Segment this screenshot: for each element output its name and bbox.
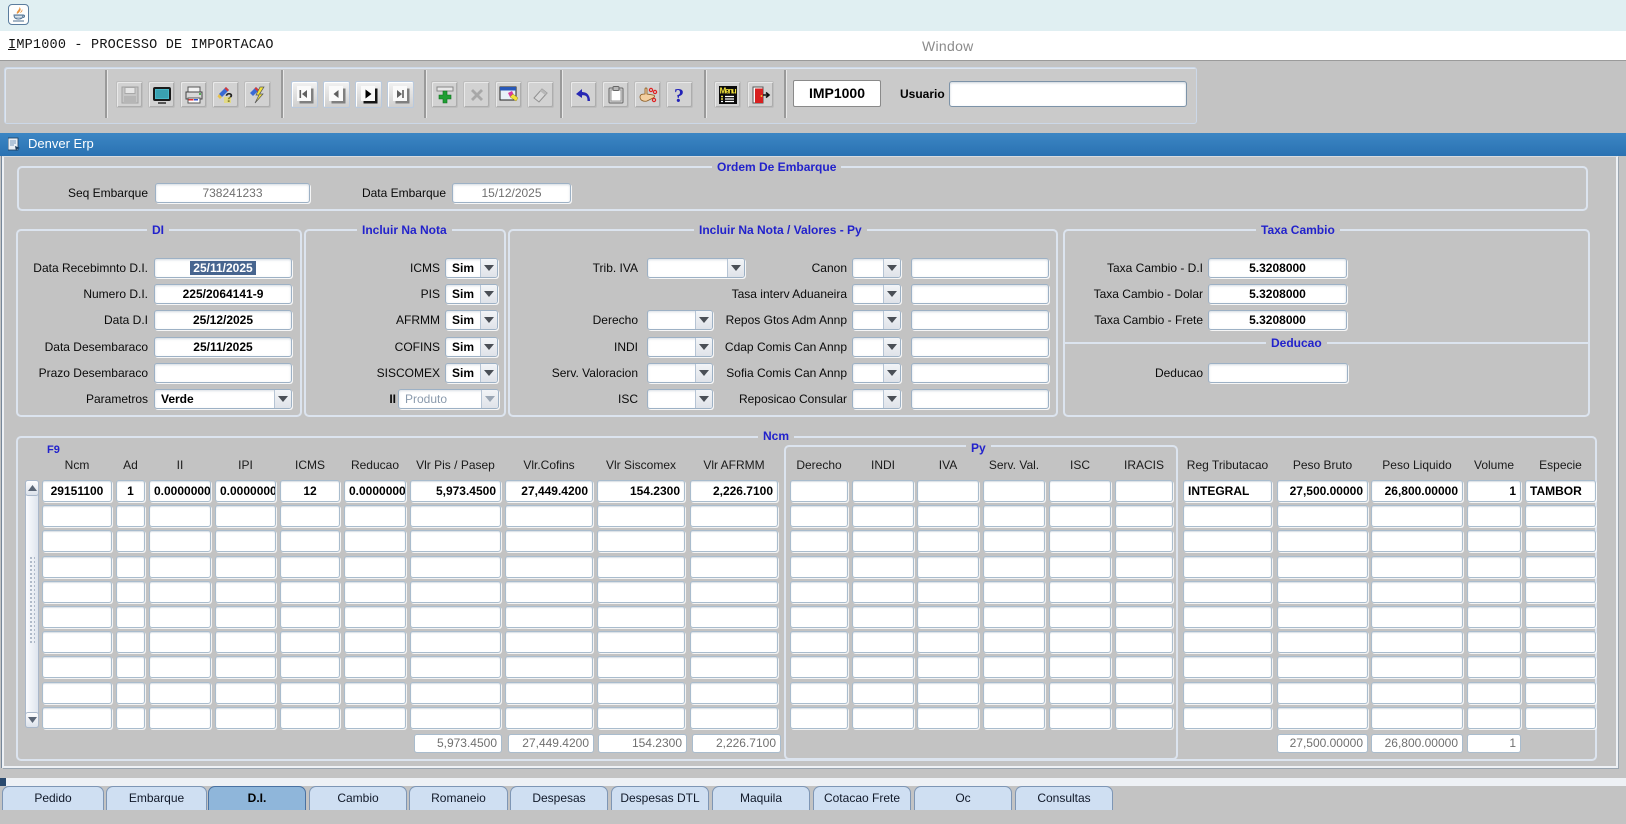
svg-text:?: ? [674, 85, 684, 105]
svg-text:Menu: Menu [720, 87, 737, 96]
